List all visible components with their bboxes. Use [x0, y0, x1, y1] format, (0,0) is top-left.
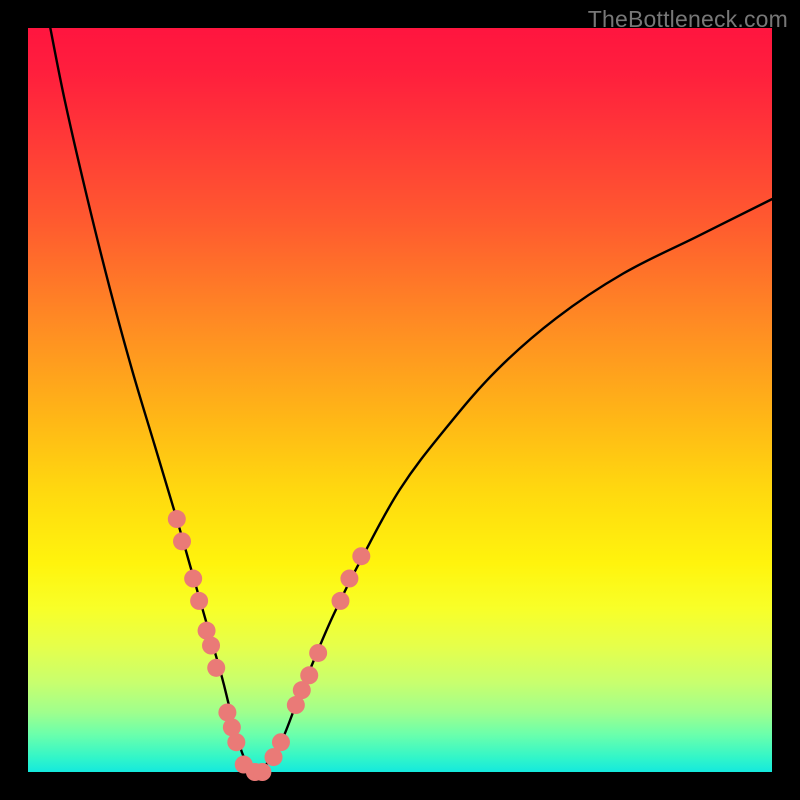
scatter-dots-group [168, 510, 371, 781]
bottleneck-curve-svg [28, 28, 772, 772]
scatter-dot [272, 733, 290, 751]
scatter-dot [352, 547, 370, 565]
scatter-dot [340, 570, 358, 588]
scatter-dot [227, 733, 245, 751]
scatter-dot [300, 666, 318, 684]
chart-frame: TheBottleneck.com [0, 0, 800, 800]
scatter-dot [207, 659, 225, 677]
bottleneck-curve-path [50, 28, 772, 774]
scatter-dot [173, 532, 191, 550]
scatter-dot [184, 570, 202, 588]
plot-area [28, 28, 772, 772]
scatter-dot [309, 644, 327, 662]
scatter-dot [253, 763, 271, 781]
scatter-dot [331, 592, 349, 610]
scatter-dot [202, 637, 220, 655]
curve-path-group [50, 28, 772, 774]
scatter-dot [168, 510, 186, 528]
scatter-dot [190, 592, 208, 610]
